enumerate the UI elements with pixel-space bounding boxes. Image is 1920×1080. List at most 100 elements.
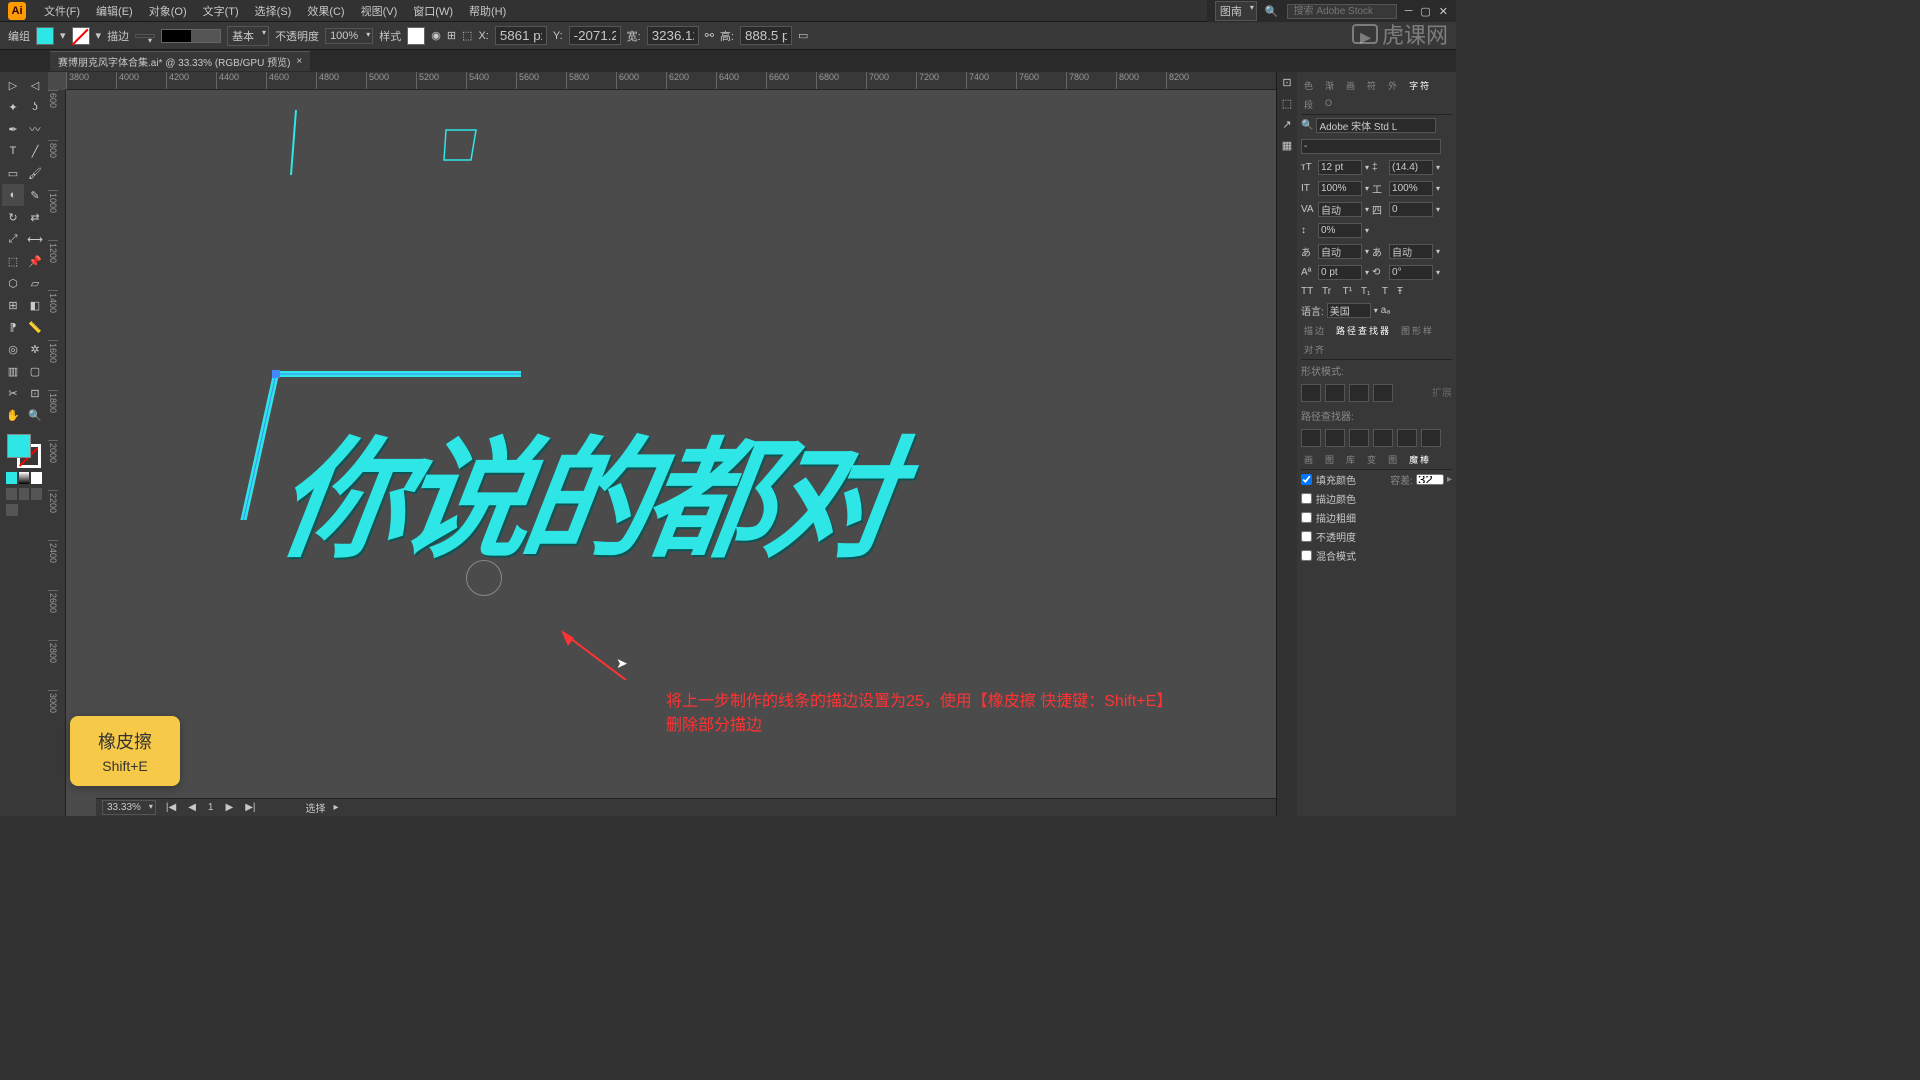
tab-close-icon[interactable]: × [296, 56, 302, 67]
stroke-dropdown-icon[interactable]: ▾ [96, 29, 102, 42]
hscale-input[interactable] [1389, 181, 1433, 196]
tab-paragraph[interactable]: 段 [1301, 97, 1318, 112]
h-input[interactable] [740, 26, 792, 45]
width-tool[interactable]: ⟷ [24, 228, 46, 250]
prev-artboard-icon[interactable]: ◀ [186, 802, 198, 813]
char-rotation-input[interactable] [1389, 265, 1433, 280]
strikethrough-icon[interactable]: Ŧ [1397, 286, 1403, 297]
link-wh-icon[interactable]: ⚯ [705, 29, 714, 42]
intersect-button[interactable] [1349, 384, 1369, 402]
opacity-checkbox[interactable] [1301, 531, 1312, 542]
graph-tool[interactable]: ▥ [2, 360, 24, 382]
free-transform-tool[interactable]: ⬚ [2, 250, 24, 272]
horizontal-ruler[interactable]: 3800400042004400460048005000520054005600… [66, 72, 1276, 90]
tab-gradient[interactable]: 渐 [1322, 78, 1339, 93]
lasso-tool[interactable]: ʖ [24, 96, 46, 118]
eyedropper-tool[interactable]: ⁋ [2, 316, 24, 338]
rotate-tool[interactable]: ↻ [2, 206, 24, 228]
align1-input[interactable] [1318, 244, 1362, 259]
minus-back-button[interactable] [1421, 429, 1441, 447]
libraries-panel-icon[interactable]: ⬚ [1282, 97, 1292, 110]
tab-magic-wand[interactable]: 魔棒 [1406, 452, 1434, 467]
color-mode-swatch[interactable] [6, 472, 17, 484]
crop-button[interactable] [1373, 429, 1393, 447]
paintbrush-tool[interactable]: 🖌 [24, 162, 46, 184]
curvature-tool[interactable]: 〰 [24, 118, 46, 140]
export-panel-icon[interactable]: ↗ [1282, 118, 1291, 131]
puppet-tool[interactable]: 📌 [24, 250, 46, 272]
first-artboard-icon[interactable]: |◀ [164, 802, 178, 813]
y-input[interactable] [569, 26, 621, 45]
menu-view[interactable]: 视图(V) [353, 3, 406, 19]
recolor-icon[interactable]: ◉ [431, 29, 441, 42]
artboard-tool[interactable]: ▢ [24, 360, 46, 382]
vscale-input[interactable] [1318, 181, 1362, 196]
tab-character[interactable]: 字符 [1406, 78, 1434, 93]
artboard-nav-input[interactable]: 1 [206, 802, 216, 813]
draw-behind-icon[interactable] [19, 488, 30, 500]
trim-button[interactable] [1325, 429, 1345, 447]
menu-effect[interactable]: 效果(C) [299, 3, 352, 19]
baseline-opt-input[interactable] [1318, 223, 1362, 238]
subscript-icon[interactable]: T₁ [1361, 286, 1370, 297]
fill-stroke-control[interactable] [7, 434, 41, 468]
symbol-tool[interactable]: ✲ [24, 338, 46, 360]
blend-tool[interactable]: ◎ [2, 338, 24, 360]
gradient-tool[interactable]: ◧ [24, 294, 46, 316]
tab-brushes2[interactable]: 画 [1301, 452, 1318, 467]
selection-tool[interactable]: ▷ [2, 74, 24, 96]
exclude-button[interactable] [1373, 384, 1393, 402]
minimize-icon[interactable]: ─ [1405, 5, 1413, 17]
shape-options-icon[interactable]: ▭ [798, 29, 808, 42]
scale-tool[interactable]: ⤢ [2, 228, 24, 250]
line-tool[interactable]: ╱ [24, 140, 46, 162]
outline-button[interactable] [1397, 429, 1417, 447]
properties-panel-icon[interactable]: ⊡ [1282, 76, 1291, 89]
print-tiling-tool[interactable]: ⊡ [24, 382, 46, 404]
search-font-icon[interactable]: 🔍 [1301, 120, 1313, 131]
menu-file[interactable]: 文件(F) [36, 3, 88, 19]
tab-transform2[interactable]: 变 [1364, 452, 1381, 467]
w-input[interactable] [647, 26, 699, 45]
vertical-ruler[interactable]: 6008001000120014001600180020002200240026… [48, 90, 66, 816]
font-family-input[interactable] [1316, 118, 1436, 133]
pencil-tool[interactable]: ✎ [24, 184, 46, 206]
caps-tt[interactable]: TT [1301, 286, 1313, 297]
tab-pathfinder[interactable]: 路径查找器 [1333, 323, 1394, 338]
tab-symbol[interactable]: 符 [1364, 78, 1381, 93]
stroke-weight-dropdown[interactable] [135, 34, 155, 38]
gradient-mode-swatch[interactable] [19, 472, 30, 484]
reflect-tool[interactable]: ⇄ [24, 206, 46, 228]
blend-mode-checkbox[interactable] [1301, 550, 1312, 561]
canvas[interactable]: 你说的都对 将上一步制作的线条的描边设置为25，使用【橡皮擦 快捷键：Shift… [66, 90, 1276, 798]
search-icon[interactable]: 🔍 [1265, 5, 1279, 18]
last-artboard-icon[interactable]: ▶| [243, 802, 257, 813]
document-tab[interactable]: 赛博朋克风字体合集.ai* @ 33.33% (RGB/GPU 预览) × [50, 51, 310, 71]
kerning-input[interactable] [1318, 202, 1362, 217]
divide-button[interactable] [1301, 429, 1321, 447]
asset-panel-icon[interactable]: ▦ [1282, 139, 1292, 152]
workspace-dropdown[interactable]: 图南 [1215, 1, 1257, 21]
tab-appearance[interactable]: 外 [1385, 78, 1402, 93]
zoom-tool[interactable]: 🔍 [24, 404, 46, 426]
underline-icon[interactable]: T [1382, 286, 1388, 297]
tab-library2[interactable]: 库 [1343, 452, 1360, 467]
none-mode-swatch[interactable] [31, 472, 42, 484]
tracking-input[interactable] [1389, 202, 1433, 217]
expand-button[interactable]: 扩展 [1432, 384, 1452, 402]
eraser-tool[interactable]: ◐ [2, 184, 24, 206]
hand-tool[interactable]: ✋ [2, 404, 24, 426]
stock-search-input[interactable] [1287, 4, 1397, 19]
profile-dropdown[interactable]: 基本 [227, 26, 269, 46]
screen-mode-icon[interactable] [6, 504, 18, 516]
stroke-color-checkbox[interactable] [1301, 493, 1312, 504]
tab-stroke[interactable]: 描边 [1301, 323, 1329, 338]
selection-info-dropdown-icon[interactable]: ▸ [333, 802, 338, 813]
caps-tr[interactable]: Tr [1322, 286, 1331, 297]
align2-input[interactable] [1389, 244, 1433, 259]
tab-brush[interactable]: 画 [1343, 78, 1360, 93]
maximize-icon[interactable]: ▢ [1420, 5, 1430, 18]
font-style-input[interactable] [1301, 139, 1441, 154]
superscript-icon[interactable]: T¹ [1343, 286, 1352, 297]
direct-selection-tool[interactable]: ◁ [24, 74, 46, 96]
